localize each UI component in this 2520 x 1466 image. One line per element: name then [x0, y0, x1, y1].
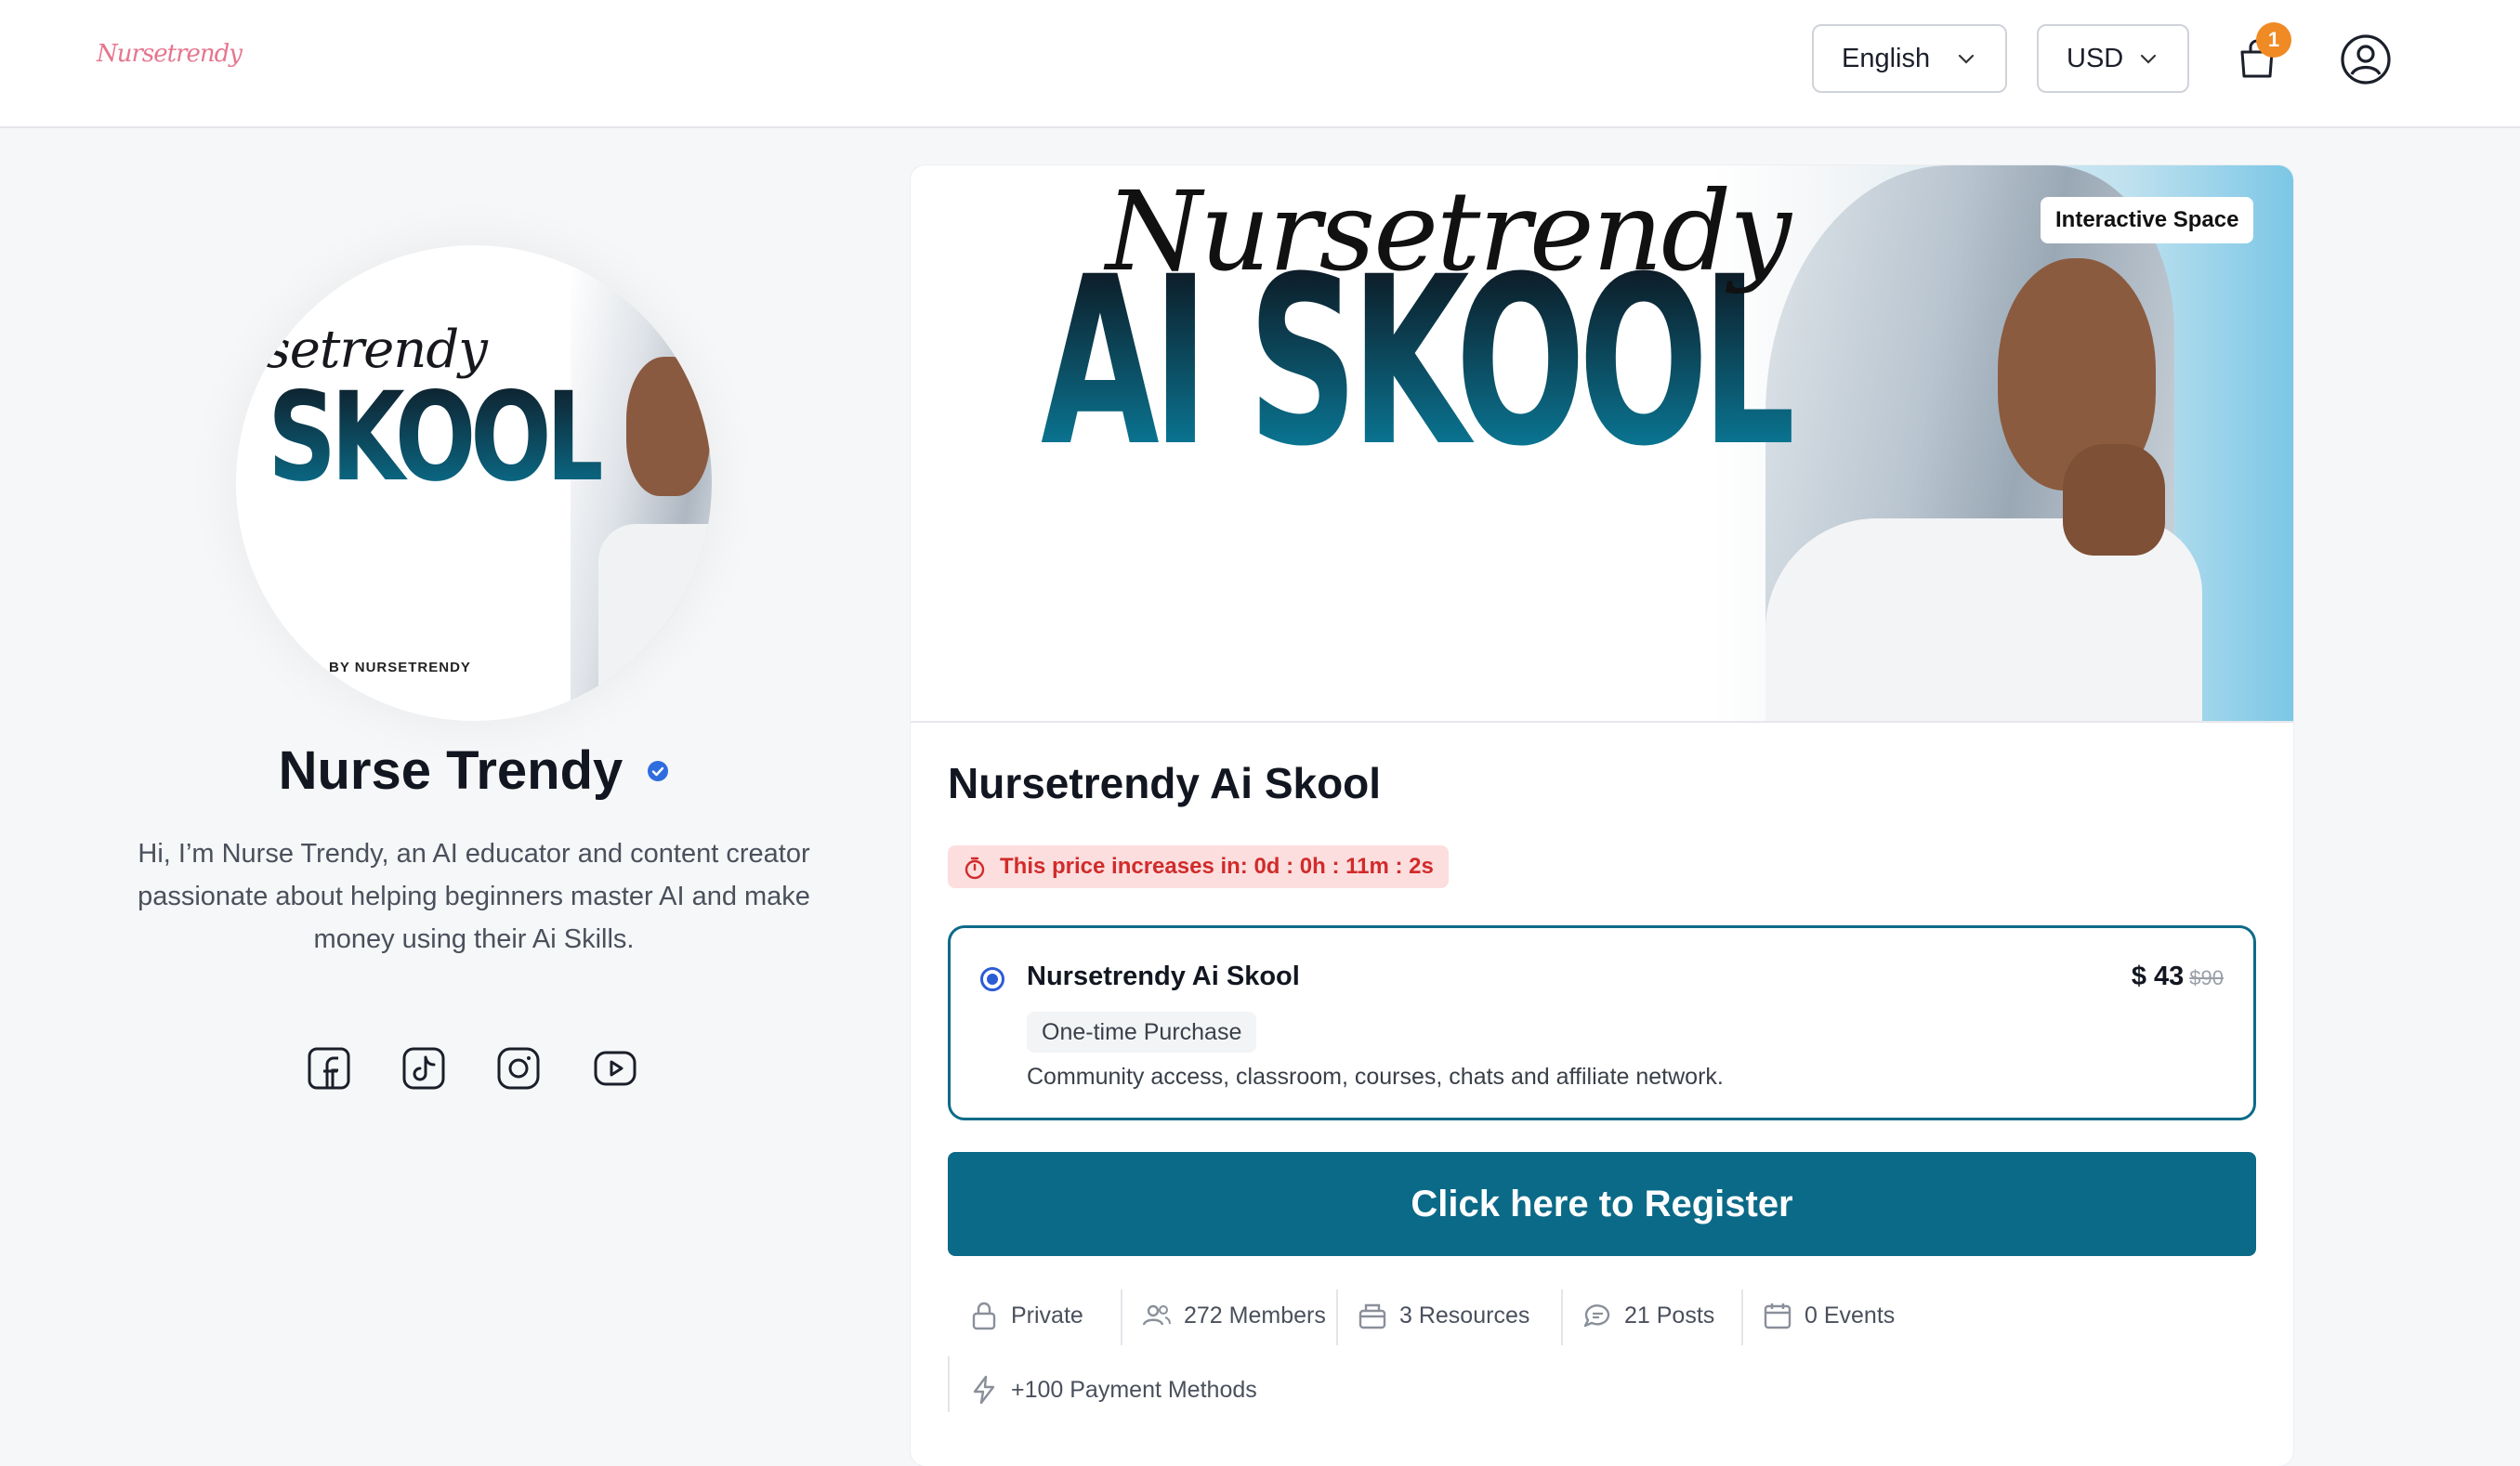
pricing-plan-option[interactable]: Nursetrendy Ai Skool $ 43 $90 One-time Pu… [948, 925, 2256, 1120]
stat-resources-label: 3 Resources [1399, 1302, 1530, 1329]
stat-private-label: Private [1011, 1302, 1083, 1329]
language-label: English [1842, 43, 1931, 73]
instagram-icon[interactable] [496, 1046, 541, 1091]
stat-posts-label: 21 Posts [1624, 1302, 1715, 1329]
course-title: Nursetrendy Ai Skool [948, 759, 1382, 807]
currency-select[interactable]: USD [2037, 24, 2189, 93]
avatar-robe-graphic [598, 524, 712, 721]
banner-hand-graphic [2063, 444, 2165, 556]
avatar-title-text: SKOOL [268, 366, 607, 509]
user-account-icon[interactable] [2340, 33, 2392, 85]
profile-name: Nurse Trendy [186, 740, 762, 802]
tiktok-icon[interactable] [401, 1046, 446, 1091]
banner-script: Nursetrendy [1106, 167, 1792, 295]
site-logo[interactable]: Nursetrendy [97, 26, 243, 82]
stat-divider [948, 1356, 950, 1412]
calendar-icon [1764, 1303, 1792, 1329]
plan-type-tag: One-time Purchase [1027, 1012, 1257, 1053]
briefcase-icon [1358, 1303, 1386, 1329]
avatar-caption: BY NURSETRENDY [329, 660, 471, 675]
plan-description: Community access, classroom, courses, ch… [1027, 1064, 1724, 1090]
plan-old-price: $90 [2189, 966, 2224, 989]
stat-members: 272 Members [1141, 1289, 1326, 1342]
currency-label: USD [2067, 43, 2124, 73]
youtube-icon[interactable] [593, 1046, 637, 1091]
stat-private: Private [968, 1289, 1083, 1342]
top-bar: Nursetrendy English USD 1 [0, 0, 2520, 128]
plan-name: Nursetrendy Ai Skool [1027, 962, 1300, 991]
language-select[interactable]: English [1812, 24, 2007, 93]
stat-divider [1121, 1289, 1122, 1345]
stat-payment-methods: +100 Payment Methods [968, 1364, 1257, 1416]
register-button[interactable]: Click here to Register [948, 1152, 2256, 1256]
lightning-icon [973, 1375, 995, 1405]
avatar-face-graphic [626, 357, 710, 496]
social-links [307, 1046, 641, 1093]
stopwatch-icon [965, 857, 985, 880]
chevron-down-icon [1958, 54, 1975, 64]
profile-bio: Hi, I’m Nurse Trendy, an AI educator and… [138, 839, 810, 954]
chat-bubble-icon [1583, 1304, 1610, 1328]
users-icon [1142, 1304, 1171, 1326]
lock-icon [972, 1302, 996, 1330]
stat-divider [1741, 1289, 1743, 1345]
plan-price: $ 43 $90 [2132, 962, 2224, 992]
stat-resources: 3 Resources [1357, 1289, 1529, 1342]
plan-current-price: $ 43 [2131, 962, 2185, 991]
cart-count-badge: 1 [2256, 22, 2291, 58]
profile-name-text: Nurse Trendy [278, 740, 623, 801]
stat-payment-methods-label: +100 Payment Methods [1011, 1376, 1257, 1403]
stat-posts: 21 Posts [1582, 1289, 1714, 1342]
stat-divider [1336, 1289, 1338, 1345]
course-banner: AI SKOOL Nursetrendy Interactive Space [911, 165, 2293, 723]
course-card: AI SKOOL Nursetrendy Interactive Space N… [911, 165, 2293, 1466]
stat-divider [1561, 1289, 1563, 1345]
course-stats: Private 272 Members 3 Resources 21 Posts… [948, 1286, 2256, 1434]
interactive-space-badge: Interactive Space [2041, 197, 2254, 243]
stat-events: 0 Events [1762, 1289, 1895, 1342]
chevron-down-icon [2140, 54, 2157, 64]
stat-members-label: 272 Members [1184, 1302, 1326, 1329]
price-countdown: This price increases in: 0d : 0h : 11m :… [948, 845, 1449, 888]
facebook-icon[interactable] [307, 1046, 351, 1091]
verified-badge-icon [648, 760, 669, 781]
countdown-text: This price increases in: 0d : 0h : 11m :… [1000, 854, 1434, 879]
plan-radio[interactable] [980, 967, 1004, 991]
profile-avatar: setrendy SKOOL BY NURSETRENDY [236, 245, 712, 721]
stat-events-label: 0 Events [1805, 1302, 1896, 1329]
